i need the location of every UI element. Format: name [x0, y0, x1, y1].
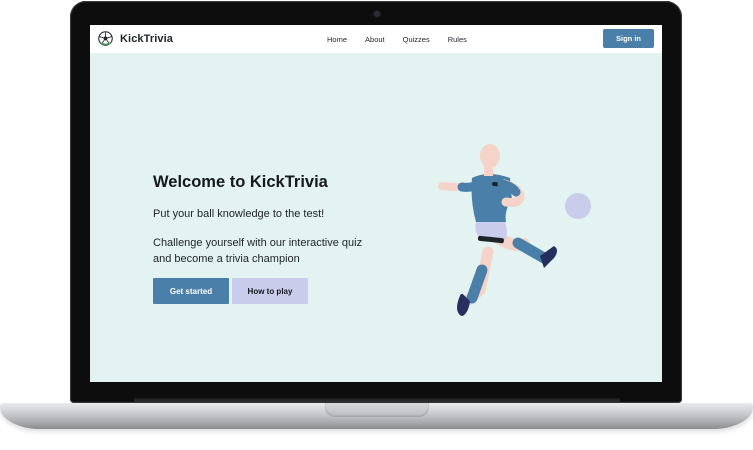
soccer-player-illustration	[438, 144, 591, 316]
laptop-mockup: KickTrivia Home About Quizzes Rules Sign…	[0, 0, 753, 450]
ball-icon	[565, 193, 591, 219]
nav-home[interactable]: Home	[327, 35, 347, 44]
hero-description: Challenge yourself with our interactive …	[153, 237, 363, 265]
hero-title: Welcome to KickTrivia	[153, 173, 328, 191]
player-kick-boot	[540, 246, 557, 268]
how-to-play-button[interactable]: How to play	[232, 278, 308, 304]
laptop-base	[0, 403, 753, 429]
webcam	[374, 11, 380, 17]
soccer-ball-icon[interactable]	[98, 31, 113, 46]
nav-links: Home About Quizzes Rules	[327, 35, 485, 44]
nav-about[interactable]: About	[365, 35, 385, 44]
laptop-notch	[325, 403, 429, 417]
nav-quizzes[interactable]: Quizzes	[403, 35, 430, 44]
nav-rules[interactable]: Rules	[448, 35, 467, 44]
hero-subtitle: Put your ball knowledge to the test!	[153, 208, 325, 220]
get-started-button[interactable]: Get started	[153, 278, 229, 304]
player-back-boot	[457, 294, 470, 316]
player-head	[480, 144, 500, 168]
brand-name[interactable]: KickTrivia	[120, 33, 173, 45]
sign-in-button[interactable]: Sign in	[603, 29, 654, 48]
laptop-screen: KickTrivia Home About Quizzes Rules Sign…	[90, 25, 662, 382]
top-navbar: KickTrivia Home About Quizzes Rules Sign…	[90, 25, 662, 53]
